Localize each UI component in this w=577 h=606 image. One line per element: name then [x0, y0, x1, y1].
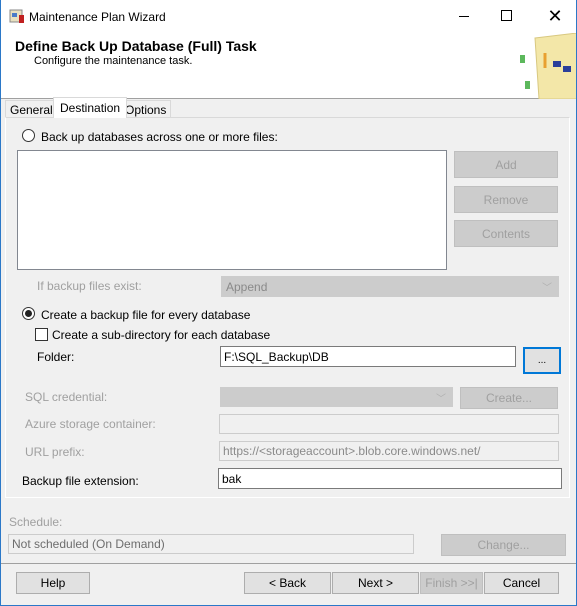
tab-options[interactable]: Options	[120, 100, 172, 118]
chevron-down-icon: ﹀	[436, 394, 446, 405]
tab-label: Options	[125, 102, 167, 117]
if-exist-value: Append	[226, 279, 268, 294]
wizard-icon	[9, 9, 24, 23]
close-button[interactable]: ✕	[533, 0, 577, 32]
tab-label: Destination	[60, 101, 121, 115]
tab-destination[interactable]: Destination	[53, 97, 128, 118]
schedule-value: Not scheduled (On Demand)	[8, 534, 414, 554]
across-files-label: Back up databases across one or more fil…	[41, 130, 278, 144]
next-button[interactable]: Next >	[332, 572, 419, 594]
backup-files-list[interactable]	[17, 150, 447, 270]
back-button[interactable]: < Back	[244, 572, 331, 594]
url-prefix-input[interactable]: https://<storageaccount>.blob.core.windo…	[219, 441, 559, 461]
finish-button[interactable]: Finish >>|	[420, 572, 483, 594]
every-db-radio[interactable]	[22, 307, 35, 320]
tab-general[interactable]: General	[5, 100, 58, 118]
footer-divider	[0, 563, 577, 564]
extension-label: Backup file extension:	[22, 474, 139, 488]
page-title: Define Back Up Database (Full) Task	[15, 38, 257, 54]
folder-label: Folder:	[37, 350, 75, 364]
folder-input[interactable]: F:\SQL_Backup\DB	[220, 346, 516, 367]
maximize-button[interactable]	[487, 0, 533, 32]
cancel-button[interactable]: Cancel	[484, 572, 559, 594]
task-illustration-icon	[520, 33, 577, 99]
across-files-radio[interactable]	[22, 129, 35, 142]
wizard-header: Define Back Up Database (Full) Task Conf…	[0, 33, 577, 99]
maximize-icon	[501, 10, 512, 21]
contents-button[interactable]: Contents	[454, 220, 558, 247]
subdir-checkbox[interactable]	[35, 328, 48, 341]
sql-credential-label: SQL credential:	[25, 390, 108, 404]
extension-input[interactable]: bak	[218, 468, 562, 489]
sql-credential-combo[interactable]: ﹀	[220, 387, 453, 407]
azure-container-label: Azure storage container:	[25, 417, 156, 431]
close-icon: ✕	[547, 6, 563, 26]
every-db-label: Create a backup file for every database	[41, 308, 251, 322]
remove-button[interactable]: Remove	[454, 186, 558, 213]
create-credential-button[interactable]: Create...	[460, 387, 558, 409]
if-exist-combo[interactable]: Append ﹀	[221, 276, 559, 297]
browse-folder-button[interactable]: ...	[523, 347, 561, 374]
minimize-icon	[459, 16, 469, 17]
if-exist-label: If backup files exist:	[37, 279, 142, 293]
url-prefix-label: URL prefix:	[25, 445, 85, 459]
schedule-label: Schedule:	[9, 515, 63, 529]
change-schedule-button[interactable]: Change...	[441, 534, 566, 556]
window-title: Maintenance Plan Wizard	[29, 10, 166, 24]
minimize-button[interactable]	[441, 0, 487, 32]
add-button[interactable]: Add	[454, 151, 558, 178]
tab-label: General	[10, 102, 53, 117]
subdir-label: Create a sub-directory for each database	[52, 328, 271, 342]
title-bar: Maintenance Plan Wizard ✕	[0, 0, 577, 33]
help-button[interactable]: Help	[16, 572, 90, 594]
chevron-down-icon: ﹀	[542, 283, 552, 294]
azure-container-input[interactable]	[219, 414, 559, 434]
page-subtitle: Configure the maintenance task.	[34, 55, 193, 67]
